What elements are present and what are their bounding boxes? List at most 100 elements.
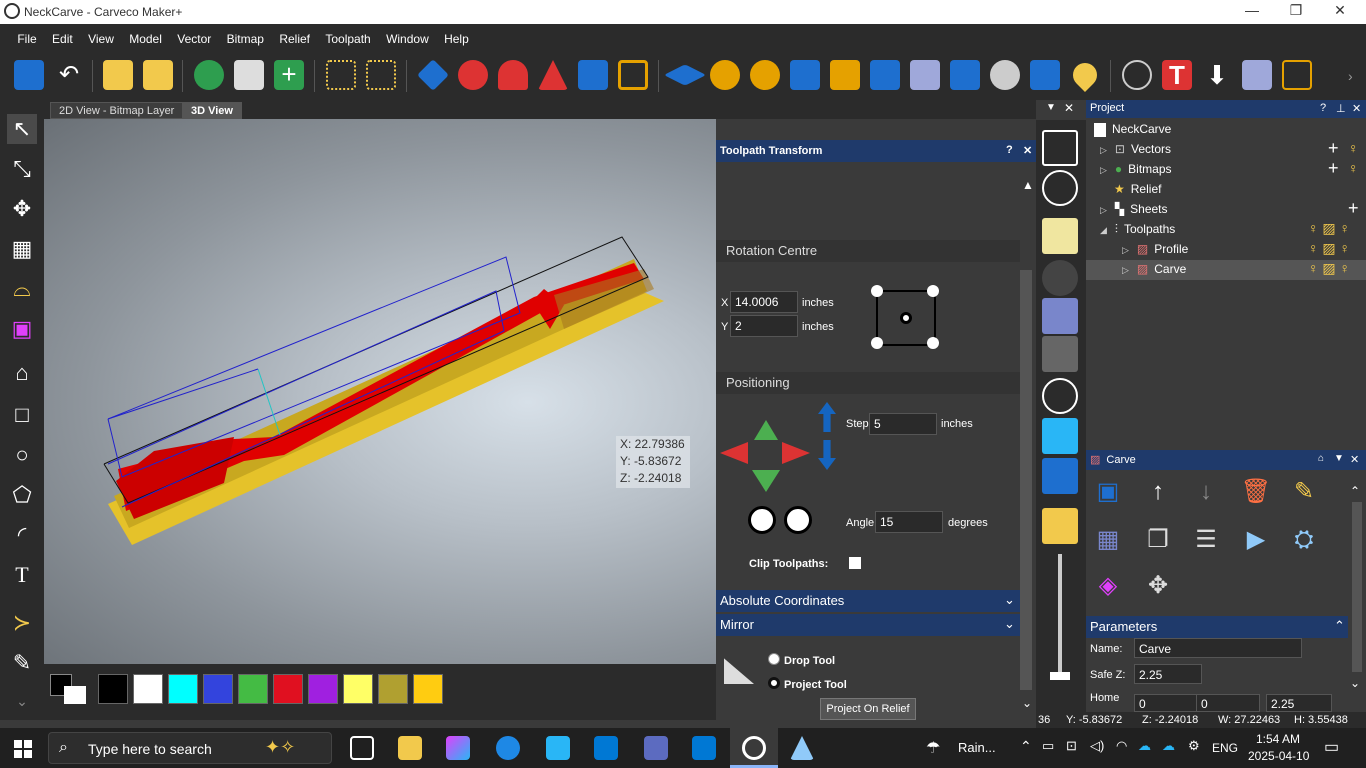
swatch-white[interactable] <box>133 674 163 704</box>
add-bitmap-icon[interactable]: + <box>1328 158 1339 179</box>
swatch-purple[interactable] <box>308 674 338 704</box>
grid-icon[interactable]: ▦ <box>7 234 37 264</box>
simulate-icon[interactable]: ▶ <box>1238 522 1274 558</box>
help-icon[interactable]: ? <box>1006 144 1013 156</box>
swatch-green[interactable] <box>238 674 268 704</box>
menu-toolpath[interactable]: Toolpath <box>319 24 376 46</box>
carveco-task-button[interactable] <box>730 728 778 768</box>
volume-icon[interactable]: ◁) <box>1090 738 1104 754</box>
camera-icon[interactable]: ⊡ <box>1066 738 1077 754</box>
copilot-icon[interactable] <box>446 736 470 760</box>
swatch-olive[interactable] <box>378 674 408 704</box>
expand-icon[interactable]: ▷ <box>1100 145 1107 155</box>
transform-icon[interactable]: ✥ <box>1140 568 1176 604</box>
measure-icon[interactable]: ⌓ <box>7 274 37 304</box>
expand-icon[interactable]: ▷ <box>1122 265 1129 275</box>
save-toolpath-icon[interactable]: ▣ <box>1090 474 1126 510</box>
language-indicator[interactable]: ENG <box>1212 741 1238 755</box>
carve-close-icon[interactable]: ✕ <box>1350 453 1359 466</box>
corner-handle-tr[interactable] <box>927 285 939 297</box>
swatch-gold[interactable] <box>413 674 443 704</box>
tree-item-carve[interactable]: ▷ ▨ Carve <box>1122 262 1186 276</box>
visibility-icon[interactable]: ♀ ▨ ♀ <box>1308 260 1350 277</box>
clock-icon[interactable] <box>1042 378 1078 414</box>
outlook-icon[interactable] <box>594 736 618 760</box>
weather-icon[interactable]: ☂ <box>926 738 940 758</box>
rotation-y-input[interactable]: 2 <box>730 315 798 337</box>
menu-window[interactable]: Window <box>380 24 435 46</box>
tray-chevron-icon[interactable]: ⌃ <box>1020 738 1032 755</box>
stack-icon[interactable] <box>1242 60 1272 90</box>
relief-offset-icon[interactable] <box>950 60 980 90</box>
app-icon[interactable] <box>644 736 668 760</box>
tree-root[interactable]: NeckCarve <box>1094 122 1171 137</box>
menu-model[interactable]: Model <box>123 24 168 46</box>
secondary-color-swatch[interactable] <box>64 686 86 704</box>
center-handle[interactable] <box>900 312 912 324</box>
swatch-blue[interactable] <box>203 674 233 704</box>
cone-icon[interactable] <box>538 60 568 90</box>
move-z-up-icon[interactable] <box>818 402 836 432</box>
project-pin-icon[interactable]: ⊥ <box>1336 102 1346 115</box>
corner-handle-tl[interactable] <box>871 285 883 297</box>
arc-tool-icon[interactable]: ◜ <box>7 520 37 550</box>
airplane-app-icon[interactable] <box>790 736 814 760</box>
minimize-button[interactable]: — <box>1232 2 1272 22</box>
drop-tool-radio[interactable] <box>768 653 780 665</box>
carve-scrollbar[interactable] <box>1352 502 1362 672</box>
panel-close-icon[interactable]: ✕ <box>1064 101 1074 115</box>
zoom-icon[interactable] <box>1042 170 1078 206</box>
home-z-input[interactable]: 2.25 <box>1266 694 1332 712</box>
cylinder-icon[interactable] <box>1042 260 1078 296</box>
more-tools-icon[interactable]: ⌄ <box>7 686 37 716</box>
menu-vector[interactable]: Vector <box>171 24 217 46</box>
zoom-slider-thumb[interactable] <box>1050 672 1070 680</box>
wifi-icon[interactable]: ◠ <box>1116 738 1127 754</box>
wand-tool-icon[interactable]: ✎ <box>7 648 37 678</box>
tree-item-vectors[interactable]: ▷ ⊡ Vectors <box>1100 142 1171 156</box>
menu-edit[interactable]: Edit <box>46 24 79 46</box>
layers-icon[interactable] <box>1042 458 1078 494</box>
carve-scroll-down-icon[interactable]: ⌄ <box>1350 676 1360 690</box>
relief-scale-icon[interactable] <box>910 60 940 90</box>
open-favourite-icon[interactable] <box>103 60 133 90</box>
axes-icon[interactable]: ◈ <box>1090 568 1126 604</box>
relief-texture-icon[interactable] <box>830 60 860 90</box>
carve-home-icon[interactable]: ⌂ <box>1318 453 1324 464</box>
maximize-button[interactable]: ❐ <box>1276 2 1316 22</box>
swatch-light-yellow[interactable] <box>343 674 373 704</box>
extrude-icon[interactable] <box>578 60 608 90</box>
text-relief-icon[interactable]: T <box>1162 60 1192 90</box>
delete-bin-icon[interactable]: 🗑 <box>1238 474 1274 510</box>
visibility-icon[interactable]: ♀ ▨ ♀ <box>1308 220 1350 237</box>
3d-viewport[interactable] <box>44 119 716 664</box>
tree-item-profile[interactable]: ▷ ▨ Profile <box>1122 242 1188 256</box>
relief-mirror-icon[interactable] <box>790 60 820 90</box>
swatch-red[interactable] <box>273 674 303 704</box>
corner-handle-bl[interactable] <box>871 337 883 349</box>
collapse-icon[interactable]: ◢ <box>1100 225 1107 235</box>
menu-relief[interactable]: Relief <box>273 24 316 46</box>
home-x-input[interactable]: 0 <box>1134 694 1198 712</box>
taskbar-search[interactable]: ⌕ Type here to search ✦✧ <box>48 732 332 764</box>
clip-toolpaths-checkbox[interactable] <box>849 557 861 569</box>
scroll-down-icon[interactable]: ⌄ <box>1022 696 1032 710</box>
node-edit-icon[interactable]: ⤡ <box>7 154 37 184</box>
new-favourite-icon[interactable] <box>143 60 173 90</box>
move-z-down-icon[interactable] <box>818 440 836 470</box>
machine-icon[interactable] <box>1042 336 1078 372</box>
save-icon[interactable] <box>14 60 44 90</box>
clock-time[interactable]: 1:54 AM <box>1256 732 1300 746</box>
polyline-tool-icon[interactable]: ⌂ <box>7 358 37 388</box>
scroll-up-icon[interactable]: ▲ <box>1022 178 1034 192</box>
dome-icon[interactable] <box>498 60 528 90</box>
bulb-icon[interactable]: ♀ <box>1348 160 1359 176</box>
undo-icon[interactable]: ↶ <box>54 60 84 90</box>
droplet-icon[interactable] <box>1068 58 1102 92</box>
weather-text[interactable]: Rain... <box>958 740 996 755</box>
carve-collapse-icon[interactable]: ▼ <box>1334 453 1344 464</box>
nodes-icon[interactable] <box>326 60 356 90</box>
move-right-icon[interactable] <box>782 442 810 464</box>
chevron-down-icon[interactable]: ⌄ <box>1004 616 1015 632</box>
safez-input[interactable]: 2.25 <box>1134 664 1202 684</box>
